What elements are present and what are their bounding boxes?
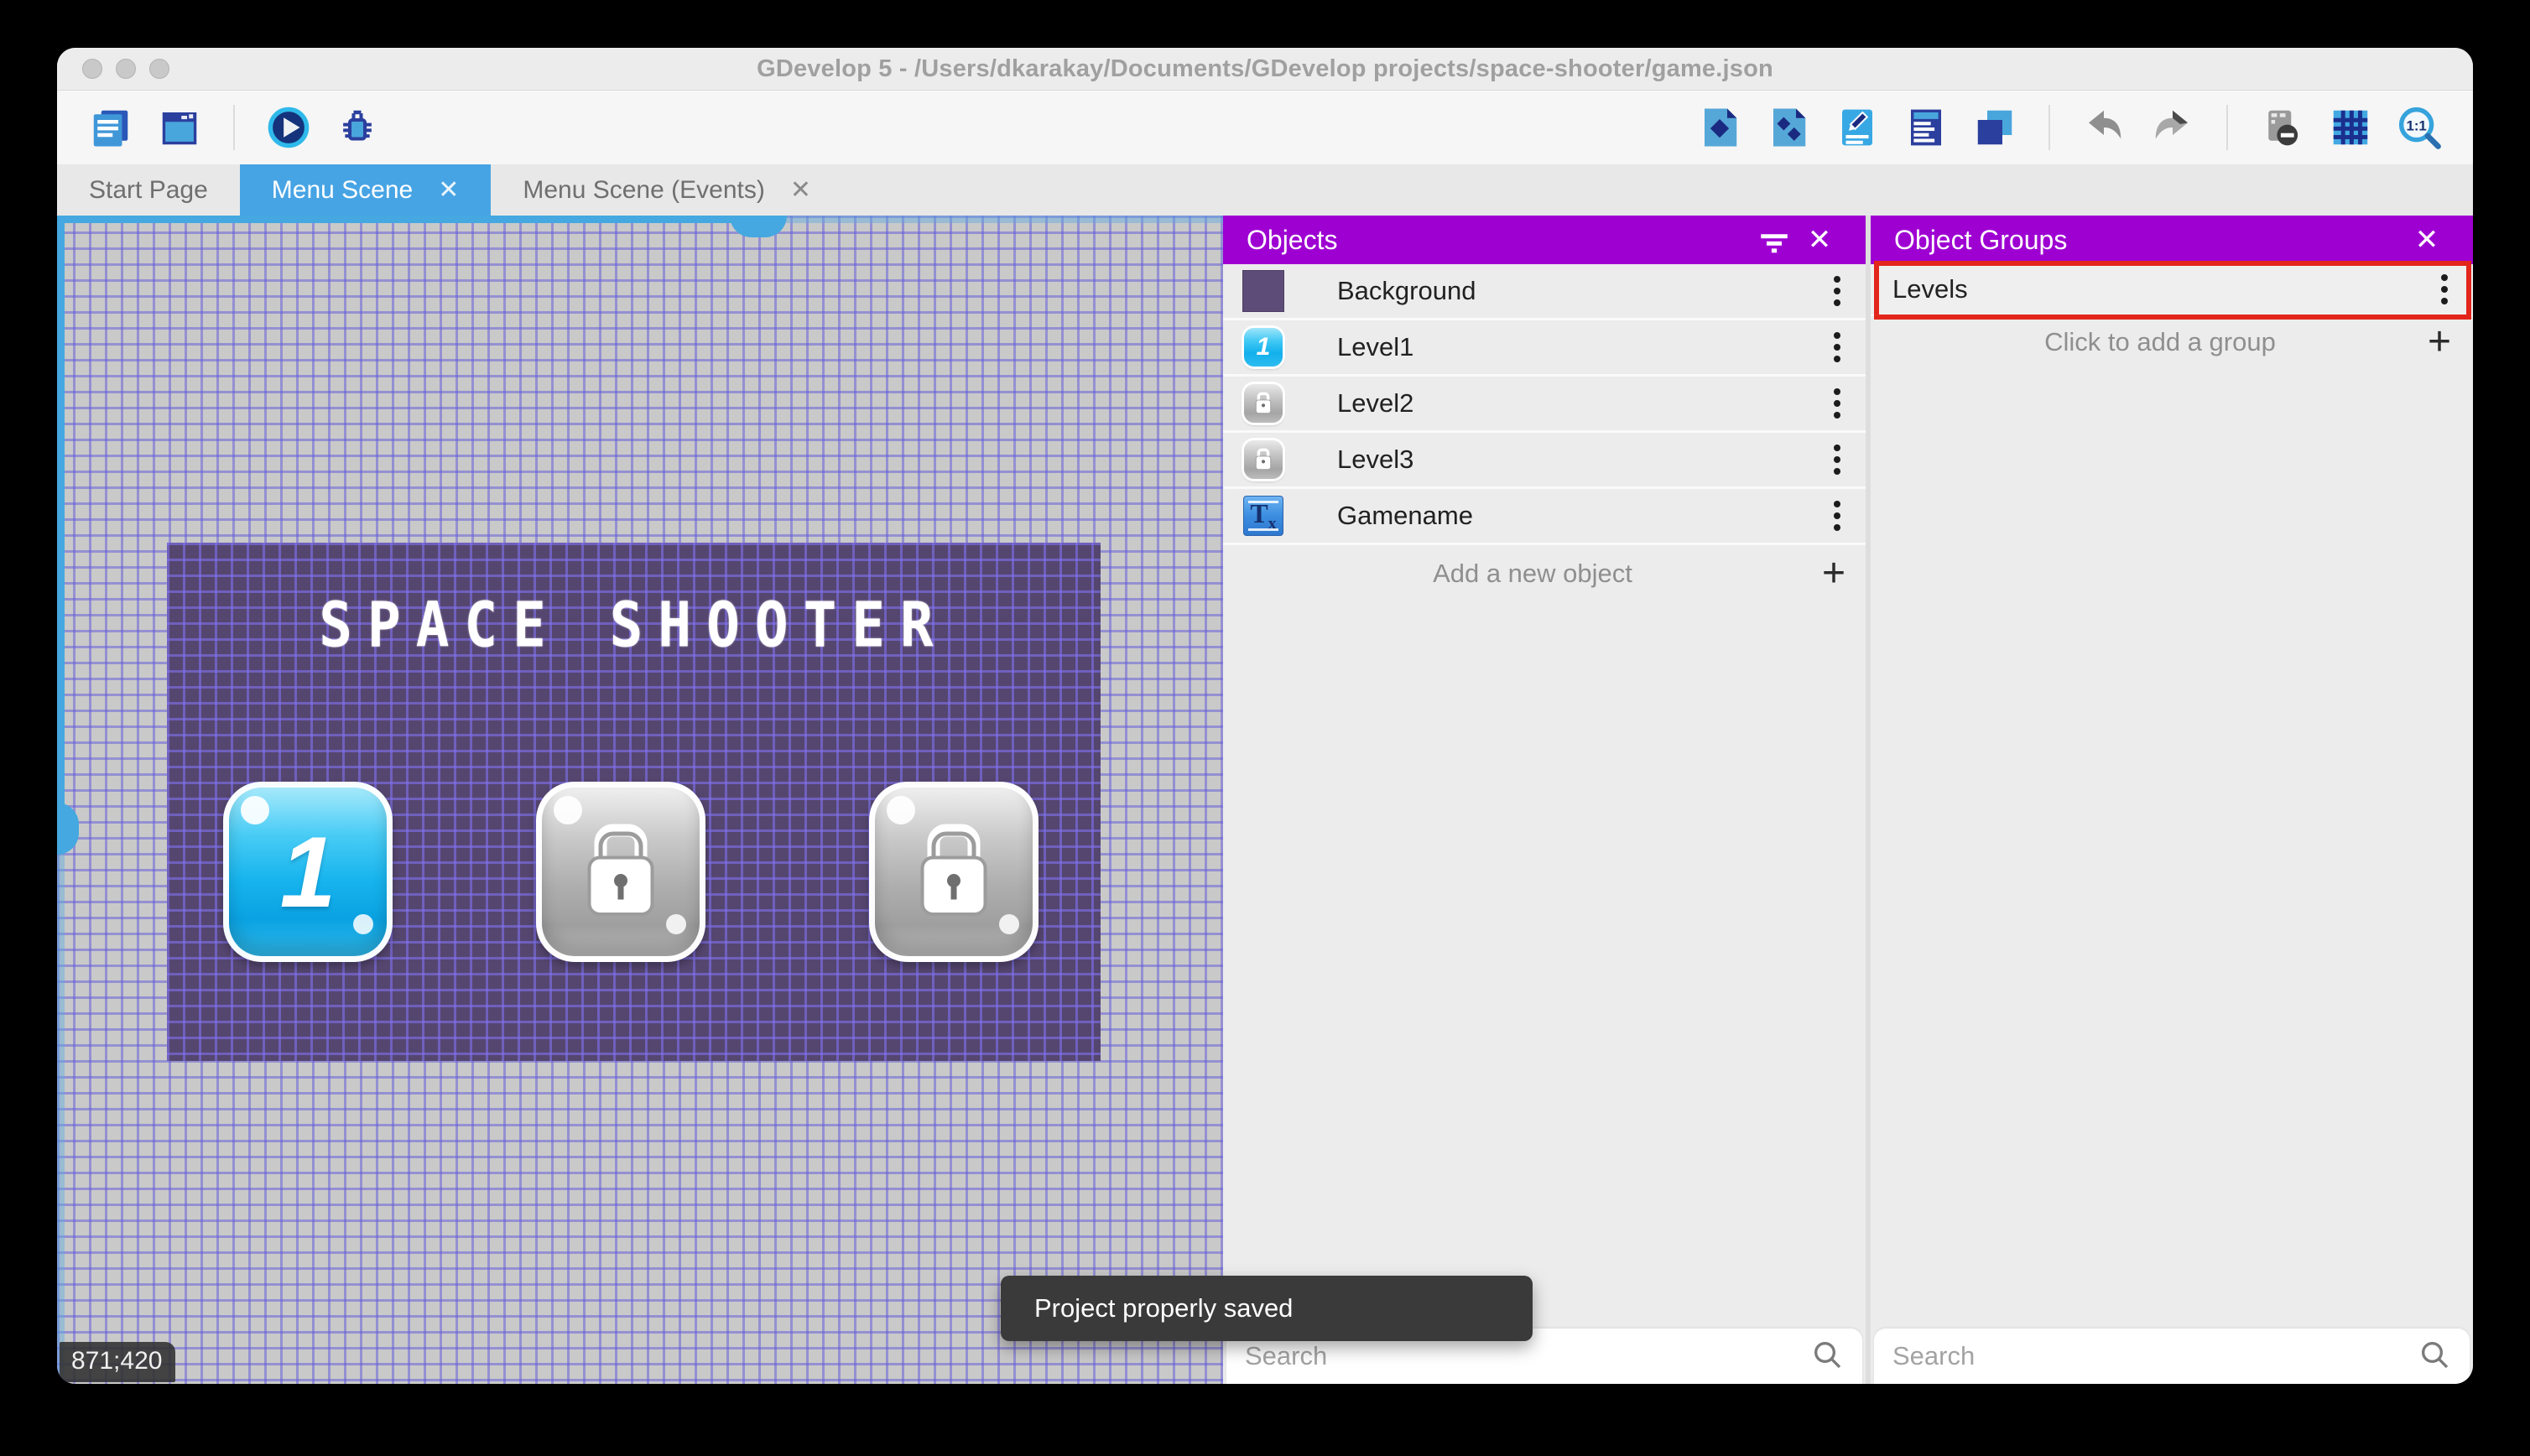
debug-icon[interactable] [334, 104, 381, 151]
group-menu-icon[interactable] [2433, 269, 2456, 309]
main-area: SPACE SHOOTER 1 871;420 Objects ✕ Backgr… [57, 216, 2473, 1384]
object-groups-search-input[interactable] [1892, 1341, 2418, 1371]
render-mask-icon[interactable] [2258, 104, 2305, 151]
svg-text:1:1: 1:1 [2406, 117, 2426, 133]
objects-panel-empty-space [1223, 601, 1866, 1329]
tab-label: Start Page [89, 175, 208, 204]
game-title-text[interactable]: SPACE SHOOTER [167, 589, 1101, 661]
background-object-instance[interactable]: SPACE SHOOTER 1 [167, 543, 1101, 1061]
zoom-1-1-icon[interactable]: 1:1 [2396, 104, 2443, 151]
object-groups-panel: Object Groups ✕ Levels Click to add a gr… [1871, 216, 2473, 1384]
level1-thumbnail: 1 [1242, 325, 1285, 369]
level2-thumbnail [1242, 382, 1285, 425]
gamename-thumbnail: Tx [1242, 494, 1285, 538]
object-row-level1[interactable]: 1 Level1 [1223, 320, 1866, 377]
preview-play-icon[interactable] [265, 104, 312, 151]
tab-label: Menu Scene [271, 175, 414, 204]
tab-bar: Start Page Menu Scene ✕ Menu Scene (Even… [57, 164, 2473, 216]
toast-message: Project properly saved [1034, 1293, 1294, 1323]
undo-icon[interactable] [2080, 104, 2127, 151]
screenshot-root: GDevelop 5 - /Users/dkarakay/Documents/G… [0, 0, 2530, 1456]
toolbar-divider [233, 105, 235, 150]
lock-icon [875, 788, 1033, 956]
horizontal-scrollbar-handle[interactable] [730, 216, 787, 237]
level2-button-instance[interactable] [536, 782, 705, 962]
level1-number: 1 [279, 815, 336, 928]
tab-label: Menu Scene (Events) [523, 175, 765, 204]
object-menu-icon[interactable] [1825, 327, 1849, 367]
minimize-window-button[interactable] [116, 59, 136, 79]
scene-canvas[interactable]: SPACE SHOOTER 1 871;420 [57, 216, 1223, 1384]
object-row-level2[interactable]: Level2 [1223, 377, 1866, 433]
gdevelop-window: GDevelop 5 - /Users/dkarakay/Documents/G… [57, 48, 2473, 1384]
toolbar-divider [2226, 105, 2228, 150]
object-row-level3[interactable]: Level3 [1223, 433, 1866, 489]
tab-menu-scene-events[interactable]: Menu Scene (Events) ✕ [491, 164, 843, 216]
cursor-coordinates: 871;420 [60, 1342, 176, 1382]
toolbar-right-group: 1:1 [1696, 104, 2443, 151]
lock-icon [542, 788, 700, 956]
object-menu-icon[interactable] [1825, 439, 1849, 480]
level3-thumbnail [1242, 438, 1285, 481]
titlebar: GDevelop 5 - /Users/dkarakay/Documents/G… [57, 48, 2473, 91]
redo-icon[interactable] [2149, 104, 2196, 151]
close-window-button[interactable] [82, 59, 102, 79]
close-panel-icon[interactable]: ✕ [2404, 217, 2449, 263]
search-icon [2418, 1338, 2451, 1375]
background-thumbnail [1242, 269, 1285, 313]
group-row-levels[interactable]: Levels [1871, 261, 2473, 320]
project-manager-icon[interactable] [87, 104, 134, 151]
objects-panel: Objects ✕ Background 1 Level1 Level2 Lev… [1223, 216, 1866, 1384]
close-panel-icon[interactable]: ✕ [1797, 217, 1842, 263]
objects-panel-title: Objects [1247, 224, 1338, 255]
instances-list-icon[interactable] [1903, 104, 1950, 151]
object-menu-icon[interactable] [1825, 496, 1849, 536]
object-groups-editor-icon[interactable] [1765, 104, 1812, 151]
object-groups-panel-title: Object Groups [1894, 224, 2068, 255]
toolbar-left-group [87, 104, 381, 151]
vertical-scrollbar-handle[interactable] [57, 803, 79, 855]
object-menu-icon[interactable] [1825, 383, 1849, 424]
properties-icon[interactable] [1834, 104, 1881, 151]
traffic-lights [82, 48, 169, 90]
level1-button-instance[interactable]: 1 [223, 782, 393, 962]
toolbar-divider [2048, 105, 2050, 150]
object-menu-icon[interactable] [1825, 271, 1849, 311]
filter-icon[interactable] [1752, 217, 1797, 263]
object-row-gamename[interactable]: Tx Gamename [1223, 489, 1866, 545]
save-toast: Project properly saved [1001, 1276, 1533, 1341]
add-object-plus-icon[interactable]: + [1822, 553, 1845, 594]
grid-icon[interactable] [2327, 104, 2374, 151]
editors-window-icon[interactable] [156, 104, 203, 151]
object-groups-empty-space [1871, 368, 2473, 1329]
tab-close-icon[interactable]: ✕ [438, 177, 459, 203]
horizontal-scrollbar-thumb[interactable] [57, 216, 755, 223]
window-title: GDevelop 5 - /Users/dkarakay/Documents/G… [757, 55, 1773, 82]
objects-search-input[interactable] [1245, 1341, 1810, 1371]
level3-button-instance[interactable] [869, 782, 1039, 962]
object-groups-panel-header: Object Groups ✕ [1871, 216, 2473, 264]
object-row-background[interactable]: Background [1223, 264, 1866, 320]
vertical-scrollbar-thumb[interactable] [57, 216, 65, 828]
zoom-window-button[interactable] [149, 59, 169, 79]
toolbar: 1:1 [57, 91, 2473, 164]
search-icon [1810, 1338, 1844, 1375]
tab-start-page[interactable]: Start Page [57, 164, 240, 216]
object-groups-search-bar [1874, 1329, 2470, 1384]
layers-editor-icon[interactable] [1971, 104, 2018, 151]
tab-close-icon[interactable]: ✕ [790, 177, 811, 203]
add-group-plus-icon[interactable]: + [2428, 322, 2451, 362]
objects-editor-icon[interactable] [1696, 104, 1743, 151]
objects-panel-header: Objects ✕ [1223, 216, 1866, 264]
tab-menu-scene[interactable]: Menu Scene ✕ [239, 164, 492, 216]
add-object-row[interactable]: Add a new object + [1223, 545, 1866, 601]
add-group-row[interactable]: Click to add a group + [1871, 316, 2473, 368]
